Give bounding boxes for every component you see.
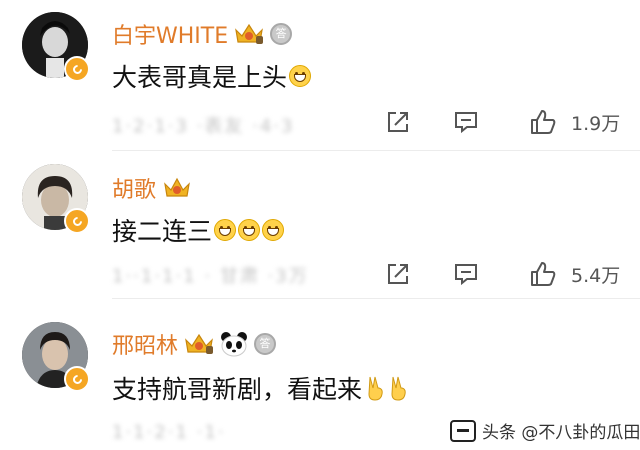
crown-level-9-icon xyxy=(235,23,264,44)
watermark: 头条 @不八卦的瓜田 xyxy=(450,418,640,443)
watermark-text: 头条 @不八卦的瓜田 xyxy=(482,423,640,443)
verified-badge-icon xyxy=(64,56,90,82)
comment-text: 支持航哥新剧，看起来 xyxy=(112,370,408,406)
grin-emoji xyxy=(214,219,237,241)
medal-icon: 答 xyxy=(270,23,293,45)
grin-emoji xyxy=(238,219,261,241)
comment-meta-blurred: 1··1·1·1 · 甘肃 ·3万 xyxy=(112,266,309,287)
comment-item: 白宇WHITE 答 大表哥真是上头 1·2·1·3 ·表友 ·4·3 1.9万 xyxy=(0,0,640,151)
comment-actions: 5.4万 xyxy=(385,260,620,288)
username-text: 邢昭林 xyxy=(112,334,179,359)
comment-icon[interactable] xyxy=(453,109,479,135)
crown-level-icon xyxy=(185,333,214,354)
grin-emoji xyxy=(262,219,285,241)
username-text: 白宇WHITE xyxy=(112,24,229,49)
share-icon[interactable] xyxy=(385,261,411,287)
comment-meta-blurred: 1·2·1·3 ·表友 ·4·3 xyxy=(112,116,295,137)
comment-actions: 1.9万 xyxy=(385,108,620,136)
username-text: 胡歌 xyxy=(112,178,157,203)
comment-username[interactable]: 胡歌 xyxy=(112,172,192,204)
comment-body: 支持航哥新剧，看起来 xyxy=(112,375,363,404)
comment-username[interactable]: 白宇WHITE 答 xyxy=(112,18,293,50)
comment-body: 大表哥真是上头 xyxy=(112,63,288,92)
verified-badge-icon xyxy=(64,208,90,234)
comment-username[interactable]: 邢昭林 答 xyxy=(112,328,277,360)
like-count: 5.4万 xyxy=(571,264,621,287)
toutiao-logo-icon xyxy=(450,419,476,442)
share-icon[interactable] xyxy=(385,109,411,135)
like-icon[interactable] xyxy=(529,108,557,136)
comment-meta-blurred: 1·1·2·1 ·1· xyxy=(112,422,226,443)
victory-hand-emoji xyxy=(391,376,406,401)
comment-text: 大表哥真是上头 xyxy=(112,58,312,94)
comment-item: 胡歌 接二连三 1··1·1·1 · 甘肃 ·3万 5.4万 xyxy=(0,150,640,299)
crown-icon xyxy=(164,177,190,197)
like-icon[interactable] xyxy=(529,260,557,288)
medal-icon: 答 xyxy=(254,333,277,355)
like-count: 1.9万 xyxy=(571,112,621,135)
victory-hand-emoji xyxy=(368,376,383,401)
comment-icon[interactable] xyxy=(453,261,479,287)
grin-emoji xyxy=(289,65,312,87)
comment-text: 接二连三 xyxy=(112,212,285,248)
panda-icon xyxy=(221,332,248,357)
verified-badge-icon xyxy=(64,366,90,392)
comment-body: 接二连三 xyxy=(112,217,213,246)
